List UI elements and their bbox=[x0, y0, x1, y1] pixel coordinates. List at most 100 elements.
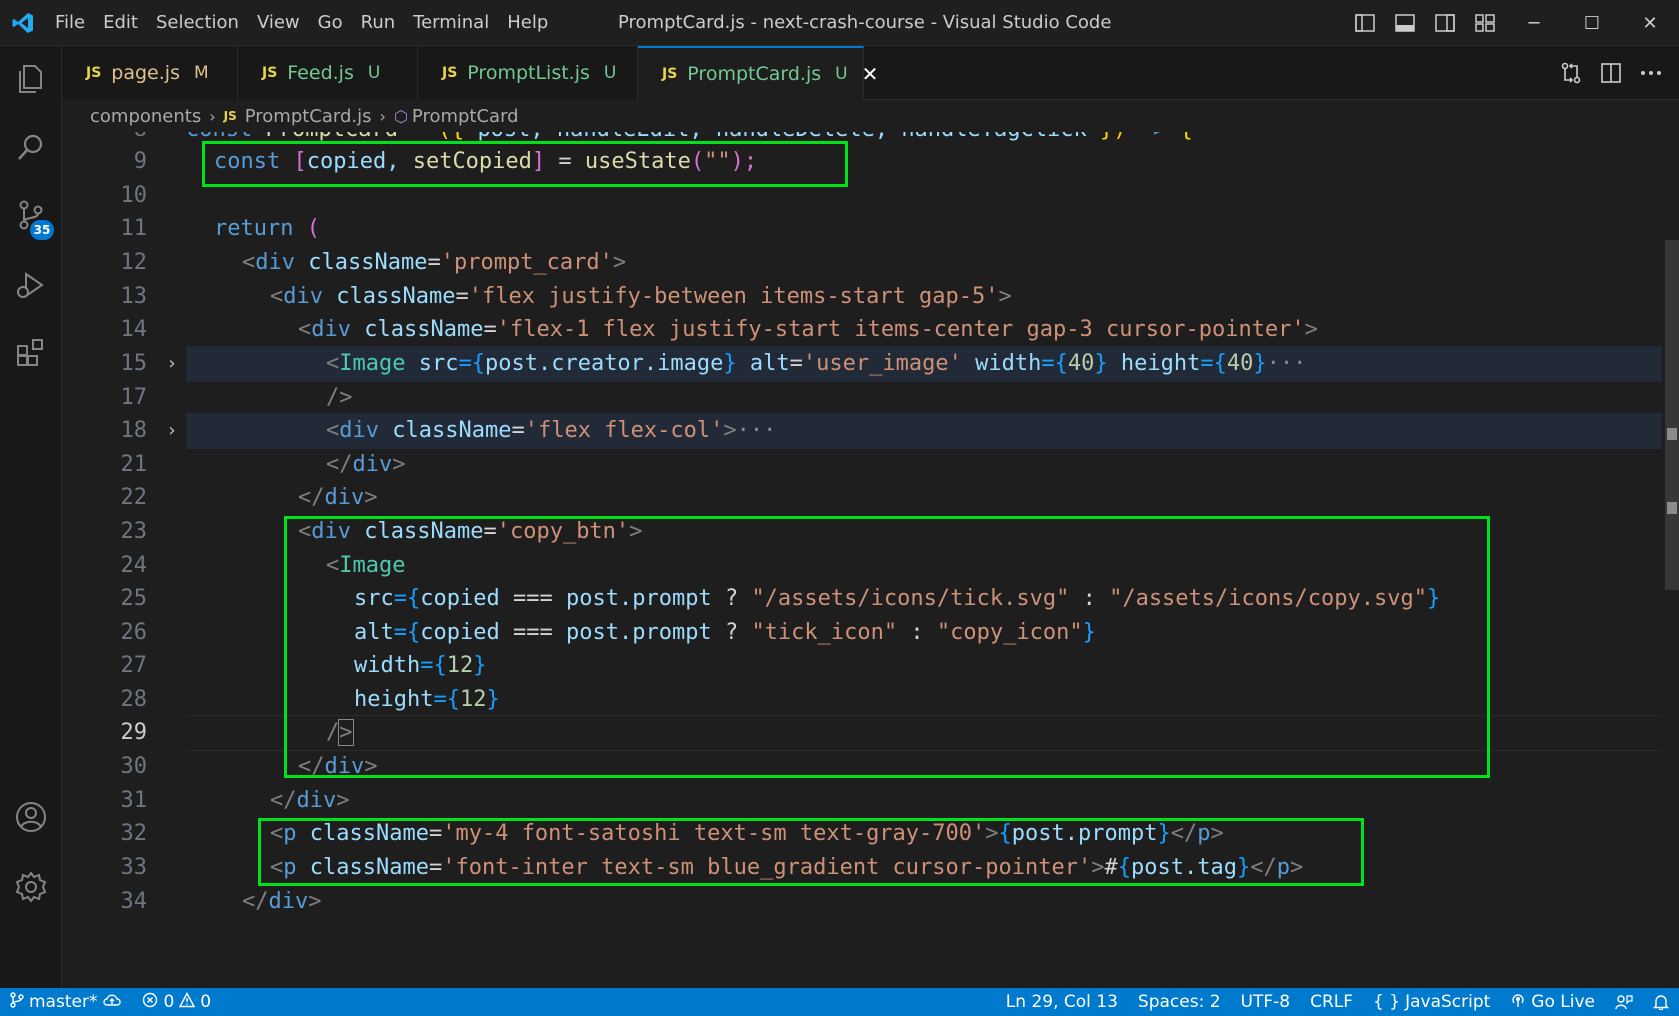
code-line: 28 height={12} bbox=[62, 682, 1662, 718]
code-line: 30 </div> bbox=[62, 749, 1662, 785]
source-control-icon[interactable]: 35 bbox=[0, 184, 62, 246]
line-number: 24 bbox=[120, 553, 148, 578]
code-text: </div> bbox=[298, 485, 378, 510]
tab-feed-js[interactable]: JS Feed.js U bbox=[238, 46, 418, 100]
encoding[interactable]: UTF-8 bbox=[1231, 988, 1301, 1016]
code-text: alt={copied === post.prompt ? "tick_icon… bbox=[354, 620, 1096, 645]
close-tab-icon[interactable]: ✕ bbox=[862, 62, 879, 86]
minimize-button[interactable]: ─ bbox=[1505, 0, 1563, 46]
menu-view[interactable]: View bbox=[248, 0, 309, 46]
error-icon bbox=[142, 992, 158, 1013]
end-of-line[interactable]: CRLF bbox=[1300, 988, 1363, 1016]
code-text: <div className='flex flex-col'>··· bbox=[326, 418, 777, 443]
line-number: 26 bbox=[120, 620, 148, 645]
go-live-button[interactable]: Go Live bbox=[1500, 988, 1605, 1016]
menu-edit[interactable]: Edit bbox=[94, 0, 147, 46]
line-number: 13 bbox=[120, 284, 148, 309]
code-line: 17 /> bbox=[62, 380, 1662, 416]
line-number: 17 bbox=[120, 385, 148, 410]
branch-indicator[interactable]: master* bbox=[0, 988, 132, 1016]
line-number: 11 bbox=[120, 216, 148, 241]
line-number: 31 bbox=[120, 788, 148, 813]
language-label: JavaScript bbox=[1405, 992, 1491, 1012]
cursor-position[interactable]: Ln 29, Col 13 bbox=[996, 988, 1128, 1016]
chevron-right-icon: › bbox=[379, 106, 386, 126]
code-text: return ( bbox=[214, 216, 320, 241]
code-text: <p className='my-4 font-satoshi text-sm … bbox=[270, 821, 1224, 846]
menu-help[interactable]: Help bbox=[498, 0, 557, 46]
code-text: height={12} bbox=[354, 687, 500, 712]
menu-go[interactable]: Go bbox=[309, 0, 352, 46]
scrollbar-marker bbox=[1667, 428, 1677, 440]
broadcast-icon bbox=[1510, 992, 1526, 1013]
activity-bar: 35 bbox=[0, 46, 62, 988]
line-number: 23 bbox=[120, 519, 148, 544]
menu-file[interactable]: File bbox=[46, 0, 94, 46]
fold-chevron-icon[interactable]: › bbox=[162, 413, 182, 449]
breadcrumb-file[interactable]: PromptCard.js bbox=[245, 106, 372, 127]
maximize-button[interactable]: ☐ bbox=[1563, 0, 1621, 46]
more-actions-icon[interactable] bbox=[1633, 55, 1669, 91]
tab-promptlist-js[interactable]: JS PromptList.js U bbox=[418, 46, 638, 100]
toggle-panel-icon[interactable] bbox=[1385, 0, 1425, 46]
code-text: <div className='copy_btn'> bbox=[298, 519, 643, 544]
code-editor[interactable]: 8 const PromptCard = ({ post, handleEdit… bbox=[62, 132, 1679, 988]
tab-label: Feed.js bbox=[287, 62, 354, 84]
explorer-icon[interactable] bbox=[0, 48, 62, 110]
split-editor-icon[interactable] bbox=[1593, 55, 1629, 91]
problems-indicator[interactable]: 0 0 bbox=[132, 988, 221, 1016]
run-debug-icon[interactable] bbox=[0, 254, 62, 316]
fold-chevron-icon[interactable]: › bbox=[162, 346, 182, 382]
menu-run[interactable]: Run bbox=[352, 0, 405, 46]
status-bar: master* 0 0 Ln 29, Col 13 Spaces: 2 UTF-… bbox=[0, 988, 1679, 1016]
language-mode[interactable]: { } JavaScript bbox=[1363, 988, 1500, 1016]
feedback-icon[interactable] bbox=[1605, 988, 1643, 1016]
sync-cloud-icon[interactable] bbox=[102, 992, 122, 1012]
line-number: 9 bbox=[133, 149, 147, 174]
code-line: 24 <Image bbox=[62, 548, 1662, 584]
code-line: 26 alt={copied === post.prompt ? "tick_i… bbox=[62, 615, 1662, 651]
code-line: 27 width={12} bbox=[62, 648, 1662, 684]
scrollbar-thumb[interactable] bbox=[1665, 240, 1679, 590]
code-line: 15 › <Image src={post.creator.image} alt… bbox=[62, 346, 1662, 382]
code-text: <Image bbox=[326, 553, 406, 578]
warning-icon bbox=[179, 991, 196, 1013]
code-line: 21 </div> bbox=[62, 447, 1662, 483]
code-text: </div> bbox=[326, 452, 406, 477]
editor-tabs: JS page.js M JS Feed.js U JS PromptList.… bbox=[62, 46, 1679, 100]
toggle-primary-sidebar-icon[interactable] bbox=[1345, 0, 1385, 46]
menu-selection[interactable]: Selection bbox=[147, 0, 248, 46]
customize-layout-icon[interactable] bbox=[1465, 0, 1505, 46]
toggle-secondary-sidebar-icon[interactable] bbox=[1425, 0, 1465, 46]
line-number: 15 bbox=[120, 351, 148, 376]
menu-terminal[interactable]: Terminal bbox=[404, 0, 498, 46]
tab-label: PromptCard.js bbox=[687, 63, 822, 85]
account-icon[interactable] bbox=[0, 786, 62, 848]
breadcrumb-folder[interactable]: components bbox=[90, 106, 201, 127]
code-line: 31 </div> bbox=[62, 783, 1662, 819]
source-control-badge: 35 bbox=[30, 220, 54, 240]
notifications-bell-icon[interactable] bbox=[1643, 988, 1679, 1016]
line-number: 28 bbox=[120, 687, 148, 712]
line-number: 22 bbox=[120, 485, 148, 510]
symbol-variable-icon: ⬡ bbox=[393, 106, 408, 126]
line-number: 30 bbox=[120, 754, 148, 779]
tab-promptcard-js[interactable]: JS PromptCard.js U ✕ bbox=[638, 46, 878, 100]
code-text: const [copied, setCopied] = useState("")… bbox=[214, 149, 758, 174]
settings-gear-icon[interactable] bbox=[0, 856, 62, 918]
scrollbar-marker bbox=[1667, 502, 1677, 514]
tab-status: M bbox=[193, 63, 209, 83]
breadcrumb: components › JS PromptCard.js › ⬡ Prompt… bbox=[62, 100, 1679, 132]
search-icon[interactable] bbox=[0, 116, 62, 178]
open-changes-icon[interactable] bbox=[1553, 55, 1589, 91]
breadcrumb-symbol[interactable]: PromptCard bbox=[412, 106, 519, 127]
indentation[interactable]: Spaces: 2 bbox=[1128, 988, 1231, 1016]
line-number: 29 bbox=[120, 720, 148, 745]
code-line: 32 <p className='my-4 font-satoshi text-… bbox=[62, 816, 1662, 852]
tab-page-js[interactable]: JS page.js M bbox=[62, 46, 238, 100]
code-line: 9 const [copied, setCopied] = useState("… bbox=[62, 144, 1662, 180]
close-window-button[interactable]: ✕ bbox=[1621, 0, 1679, 46]
code-line-current: 29 /> bbox=[62, 715, 1662, 751]
extensions-icon[interactable] bbox=[0, 322, 62, 384]
git-branch-icon bbox=[10, 991, 24, 1013]
